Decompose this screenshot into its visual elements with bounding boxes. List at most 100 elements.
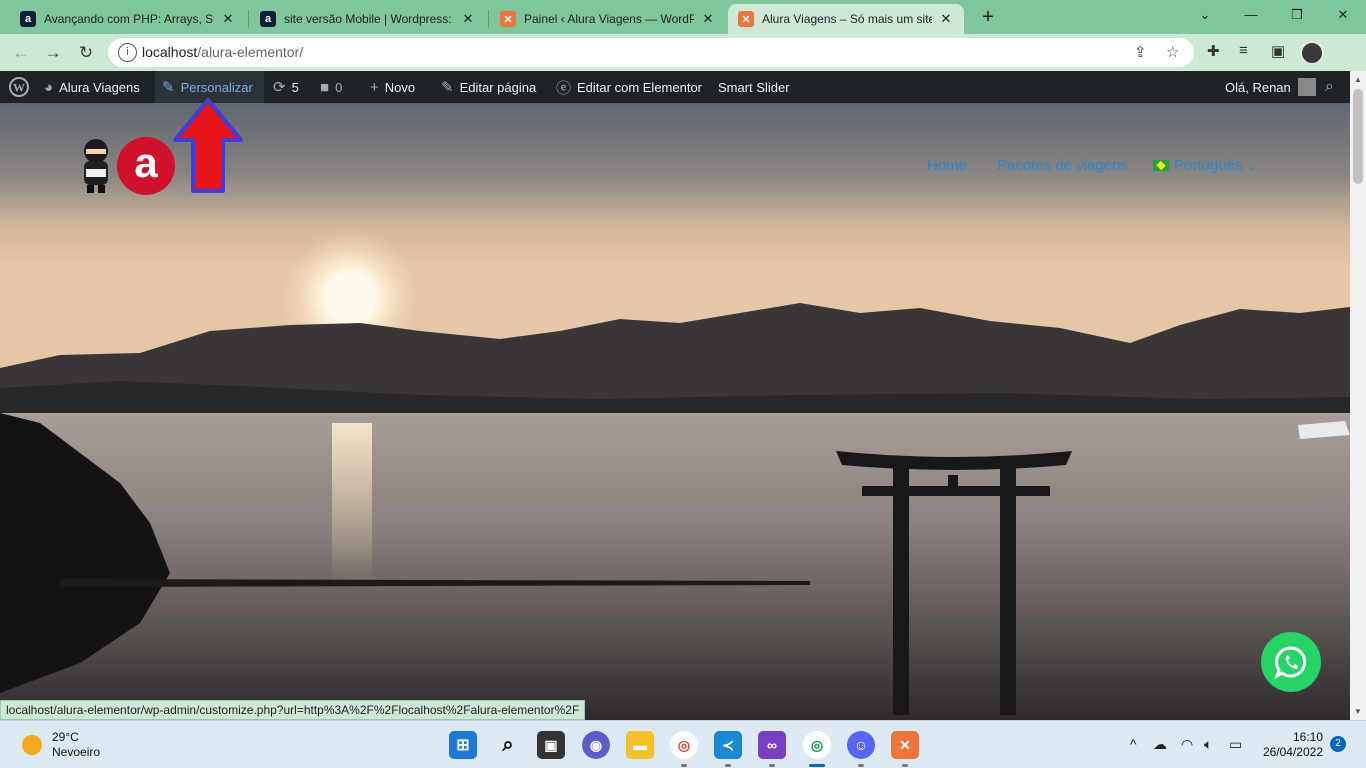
tray-chevron-up-icon[interactable]: ^ — [1130, 736, 1137, 752]
whatsapp-icon — [1274, 646, 1307, 679]
new-tab-button[interactable]: + — [976, 6, 1000, 30]
smart-slider-label: Smart Slider — [718, 79, 790, 95]
chrome-icon[interactable]: ◎ — [670, 731, 698, 759]
notification-badge[interactable]: 2 — [1330, 736, 1346, 752]
hero-banner: a Home Pacotes de viagens Português ⌄ — [0, 103, 1350, 720]
search-icon[interactable]: ⌕ — [494, 731, 522, 759]
hero-landscape-image — [0, 103, 1350, 720]
alura-logo[interactable]: a — [117, 137, 175, 195]
browser-tab-strip: a Avançando com PHP: Arrays, Strings ✕ a… — [0, 0, 1366, 34]
clock[interactable]: 16:10 26/04/2022 — [1260, 730, 1323, 760]
site-info-icon[interactable]: i — [118, 43, 137, 62]
svg-text:W: W — [13, 81, 25, 95]
close-tab-icon[interactable]: ✕ — [460, 11, 476, 27]
weather-condition: Nevoeiro — [52, 745, 101, 759]
comments-link[interactable]: ■ 0 — [313, 71, 349, 103]
tab-title: Avançando com PHP: Arrays, Strings — [44, 12, 214, 26]
browser-tab[interactable]: ✕ Painel ‹ Alura Viagens — WordPress ✕ — [490, 4, 726, 34]
site-name-menu[interactable]: ◕ Alura Viagens — [37, 71, 147, 103]
media-control-icon[interactable]: ≡ — [1239, 42, 1248, 59]
clock-date: 26/04/2022 — [1262, 745, 1323, 759]
clock-time: 16:10 — [1292, 730, 1323, 744]
whatsapp-button[interactable] — [1261, 632, 1321, 692]
chevron-down-icon: ⌄ — [1246, 161, 1256, 173]
page-scrollbar[interactable]: ▲ ▼ — [1350, 71, 1366, 720]
wordpress-logo-icon[interactable]: W — [2, 71, 36, 103]
restore-button[interactable]: ❐ — [1274, 4, 1320, 26]
nav-packages-link[interactable]: Pacotes de viagens — [997, 157, 1128, 174]
edit-page-link[interactable]: ✎ Editar página — [434, 71, 543, 103]
chrome-profile-icon[interactable]: ◎ — [803, 731, 831, 759]
xampp-icon[interactable]: ✕ — [891, 731, 919, 759]
brazil-flag-icon — [1153, 160, 1169, 171]
forward-icon[interactable]: → — [40, 40, 66, 66]
wifi-icon[interactable]: ◠ — [1181, 736, 1193, 753]
pencil-icon: ✎ — [441, 79, 454, 96]
browser-tab[interactable]: a Avançando com PHP: Arrays, Strings ✕ — [10, 4, 246, 34]
elementor-link[interactable]: ⓔ Editar com Elementor — [549, 71, 709, 103]
profile-avatar[interactable] — [1300, 41, 1324, 65]
brush-icon: ✎ — [162, 79, 175, 96]
file-explorer-icon[interactable]: ▬ — [626, 731, 654, 759]
close-tab-icon[interactable]: ✕ — [938, 11, 954, 27]
vscode-icon[interactable]: ≺ — [714, 731, 742, 759]
updates-count: 5 — [291, 79, 299, 95]
plus-icon: + — [370, 78, 379, 96]
visual-studio-icon[interactable]: ∞ — [758, 731, 786, 759]
reload-icon[interactable]: ↻ — [73, 40, 99, 66]
task-view-icon[interactable]: ▣ — [537, 731, 565, 759]
edit-page-label: Editar página — [459, 79, 537, 95]
tab-title: Painel ‹ Alura Viagens — WordPress — [524, 12, 694, 26]
language-switcher[interactable]: Português ⌄ — [1153, 157, 1256, 174]
close-tab-icon[interactable]: ✕ — [220, 11, 236, 27]
nav-home-link[interactable]: Home — [927, 157, 967, 174]
new-content-menu[interactable]: + Novo — [363, 71, 422, 103]
extensions-icon[interactable]: ✚ — [1207, 42, 1220, 60]
chat-icon[interactable]: ◉ — [582, 731, 610, 759]
updates-icon: ⟳ — [273, 79, 286, 96]
account-menu[interactable]: Olá, Renan — [1218, 71, 1323, 103]
windows-start-icon[interactable]: ⊞ — [449, 731, 477, 759]
xampp-icon: ✕ — [738, 11, 754, 27]
scrollbar-thumb[interactable] — [1353, 89, 1363, 184]
battery-icon[interactable]: ▭ — [1229, 736, 1242, 753]
tab-title: Alura Viagens – Só mais um site W — [762, 12, 932, 26]
tab-search-button[interactable]: ⌄ — [1182, 4, 1228, 26]
url-text[interactable]: localhost/alura-elementor/ — [142, 44, 303, 60]
weather-widget[interactable]: 29°C Nevoeiro — [52, 730, 100, 760]
close-window-button[interactable]: ✕ — [1320, 4, 1366, 26]
new-label: Novo — [384, 79, 416, 95]
minimize-button[interactable]: — — [1228, 4, 1274, 26]
alura-icon: a — [20, 11, 36, 27]
browser-tab[interactable]: a site versão Mobile | Wordpress: ir ✕ — [250, 4, 486, 34]
browser-tab-active[interactable]: ✕ Alura Viagens – Só mais um site W ✕ — [728, 4, 964, 34]
alura-icon: a — [260, 11, 276, 27]
comments-count: 0 — [335, 79, 343, 95]
volume-icon[interactable]: 🔈︎ — [1204, 736, 1212, 753]
share-icon[interactable]: ⇪ — [1134, 43, 1147, 61]
search-icon[interactable]: ⌕ — [1318, 71, 1341, 103]
address-bar[interactable]: i localhost/alura-elementor/ ⇪ ☆ — [108, 38, 1194, 67]
smart-slider-link[interactable]: Smart Slider — [711, 71, 797, 103]
customize-label: Personalizar — [180, 79, 253, 95]
tab-title: site versão Mobile | Wordpress: ir — [284, 12, 454, 26]
language-label: Português — [1174, 157, 1243, 174]
onedrive-icon[interactable]: ☁ — [1153, 736, 1167, 753]
browser-toolbar: ← → ↻ i localhost/alura-elementor/ ⇪ ☆ ✚… — [0, 34, 1366, 96]
windows-taskbar: 29°C Nevoeiro ⊞ ⌕ ▣ ◉ ▬ ◎ ≺ ∞ ◎ ☺ ✕ ^ ☁ … — [0, 720, 1366, 768]
close-tab-icon[interactable]: ✕ — [700, 11, 716, 27]
bookmark-star-icon[interactable]: ☆ — [1166, 43, 1179, 61]
updates-link[interactable]: ⟳ 5 — [266, 71, 306, 103]
greeting-label: Olá, Renan — [1225, 79, 1291, 95]
weather-icon[interactable] — [22, 735, 42, 755]
discord-icon[interactable]: ☺ — [847, 731, 875, 759]
comment-icon: ■ — [320, 78, 330, 96]
elementor-icon: ⓔ — [556, 79, 572, 97]
side-panel-icon[interactable]: ▣ — [1271, 42, 1285, 60]
site-name-label: Alura Viagens — [59, 79, 140, 95]
temperature: 29°C — [52, 730, 79, 744]
arrow-up-annotation — [173, 98, 243, 193]
back-icon[interactable]: ← — [8, 40, 34, 66]
ninja-mascot-logo — [84, 139, 108, 193]
user-avatar — [1297, 78, 1316, 96]
